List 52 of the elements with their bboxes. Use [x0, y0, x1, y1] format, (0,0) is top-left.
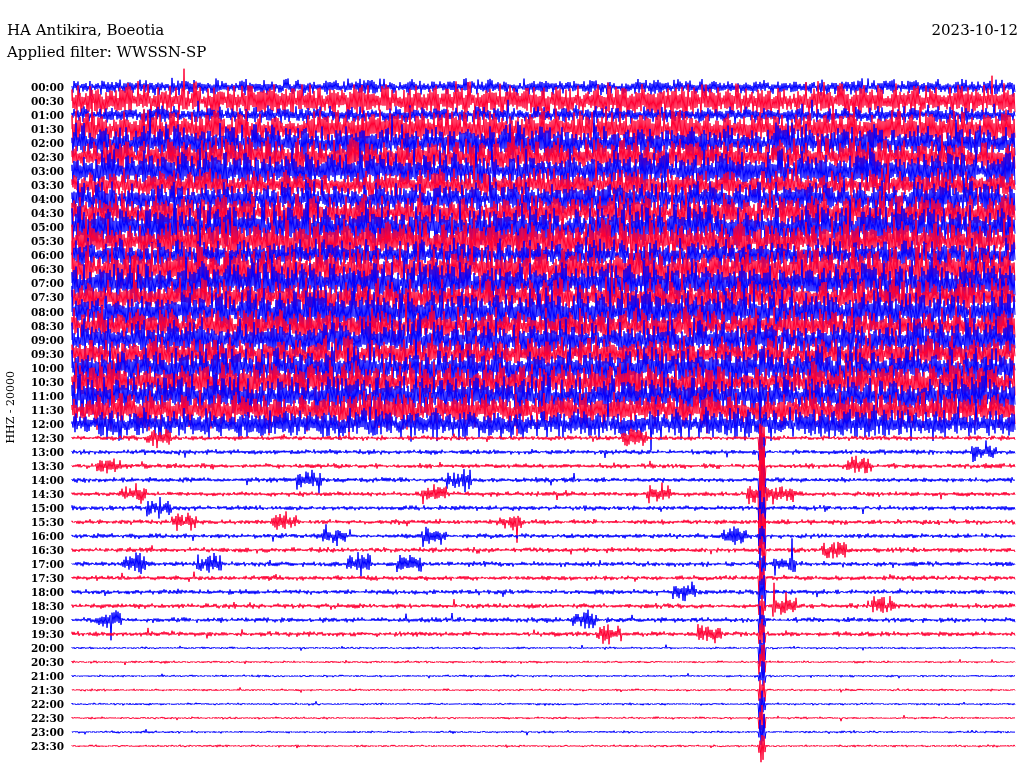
time-label: 10:00: [29, 361, 64, 374]
time-label: 03:00: [29, 165, 64, 178]
time-label: 01:00: [29, 109, 64, 122]
time-label: 20:00: [29, 642, 64, 655]
time-label: 01:30: [29, 123, 64, 136]
time-label: 23:00: [29, 726, 64, 739]
station-title: HA Antikira, Boeotia: [7, 20, 165, 40]
time-label: 02:00: [29, 137, 64, 150]
time-label: 15:30: [29, 516, 64, 528]
time-label: 15:00: [29, 501, 64, 514]
time-label: 17:00: [29, 558, 64, 571]
filter-label: Applied filter: WWSSN-SP: [7, 43, 207, 61]
time-label: 06:30: [29, 263, 64, 276]
time-label: 07:30: [29, 291, 64, 304]
time-label: 11:00: [29, 389, 64, 402]
time-label: 13:00: [29, 445, 64, 458]
time-label: 18:00: [29, 586, 64, 599]
time-label: 21:30: [29, 684, 64, 697]
time-label: 06:00: [29, 249, 64, 262]
time-label: 02:30: [29, 151, 64, 164]
time-label: 08:00: [29, 305, 64, 318]
time-label: 23:30: [29, 740, 64, 753]
time-label: 04:00: [29, 193, 64, 206]
time-label: 13:30: [29, 459, 64, 472]
time-label: 07:00: [29, 277, 64, 290]
time-label: 10:30: [29, 375, 64, 388]
time-label: 00:00: [29, 81, 64, 93]
time-label: 22:30: [29, 712, 64, 725]
time-label: 17:30: [29, 572, 64, 585]
time-label: 19:30: [29, 628, 64, 641]
time-label: 22:00: [29, 698, 64, 711]
time-label: 18:30: [29, 600, 64, 613]
time-label: 04:30: [29, 207, 64, 220]
date-label: 2023-10-12: [931, 20, 1018, 40]
time-label: 14:00: [29, 473, 64, 486]
time-label: 11:30: [29, 403, 64, 416]
time-label: 12:00: [29, 417, 64, 430]
time-label: 00:30: [29, 95, 64, 108]
channel-label: HHZ - 20000: [2, 370, 18, 443]
time-label: 21:00: [29, 670, 64, 683]
time-label: 05:30: [29, 235, 64, 248]
time-label: 09:30: [29, 347, 64, 360]
time-label: 20:30: [29, 656, 64, 669]
time-label: 12:30: [29, 431, 64, 444]
time-label: 16:00: [29, 530, 64, 542]
time-label: 03:30: [29, 179, 64, 192]
time-label: 14:30: [29, 487, 64, 500]
time-label: 08:30: [29, 319, 64, 332]
time-label: 16:30: [29, 544, 64, 557]
time-label: 09:00: [29, 333, 64, 346]
time-label: 05:00: [29, 221, 64, 234]
time-label: 19:00: [29, 614, 64, 627]
